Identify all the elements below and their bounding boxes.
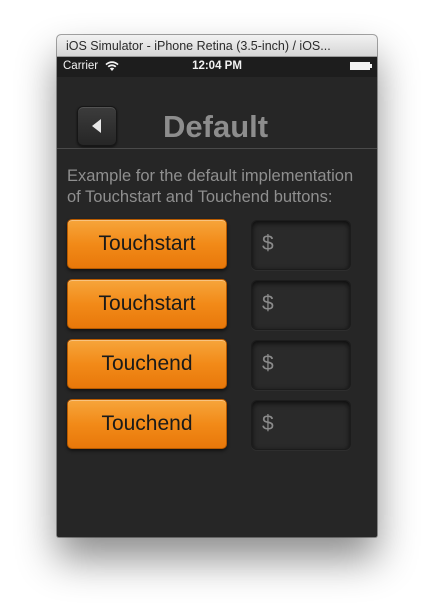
touchstart-button[interactable]: Touchstart bbox=[67, 219, 227, 269]
button-row: Touchstart $ bbox=[67, 279, 367, 331]
value-field: $ bbox=[251, 340, 351, 390]
page-title: Default bbox=[163, 109, 269, 144]
value-field: $ bbox=[251, 400, 351, 450]
battery-icon bbox=[350, 62, 372, 70]
device-screen: Carrier 12:04 PM Default Example for the… bbox=[57, 57, 377, 537]
button-row: Touchend $ bbox=[67, 399, 367, 451]
button-row: Touchstart $ bbox=[67, 219, 367, 271]
button-row: Touchend $ bbox=[67, 339, 367, 391]
status-bar: Carrier 12:04 PM bbox=[57, 57, 377, 77]
description-text: Example for the default implementation o… bbox=[67, 167, 354, 206]
touchstart-button[interactable]: Touchstart bbox=[67, 279, 227, 329]
value-field: $ bbox=[251, 220, 351, 270]
window-title: iOS Simulator - iPhone Retina (3.5-inch)… bbox=[57, 35, 377, 57]
touchend-button[interactable]: Touchend bbox=[67, 399, 227, 449]
touchend-button[interactable]: Touchend bbox=[67, 339, 227, 389]
navigation-bar: Default bbox=[57, 77, 377, 149]
value-field: $ bbox=[251, 280, 351, 330]
back-button[interactable] bbox=[77, 106, 117, 146]
status-time: 12:04 PM bbox=[192, 60, 242, 72]
simulator-window: iOS Simulator - iPhone Retina (3.5-inch)… bbox=[57, 35, 377, 537]
back-arrow-icon bbox=[92, 119, 101, 133]
main-content: Example for the default implementation o… bbox=[57, 149, 377, 537]
